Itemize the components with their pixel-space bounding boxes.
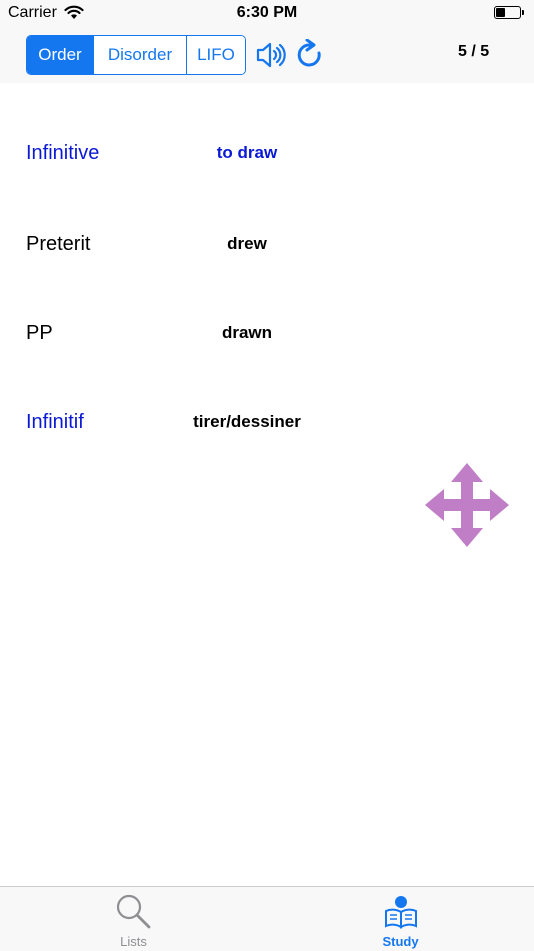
row-label: Preterit: [26, 233, 91, 255]
row-value: to draw: [216, 143, 278, 162]
status-time: 6:30 PM: [236, 4, 298, 21]
row-value: drew: [227, 234, 267, 253]
tab-study-label: Study: [382, 934, 419, 949]
segment-disorder[interactable]: Disorder: [94, 36, 187, 74]
refresh-icon[interactable]: [297, 38, 325, 76]
toolbar: Order Disorder LIFO 5 / 5: [0, 26, 534, 83]
battery-icon: [494, 6, 524, 19]
row-value: drawn: [221, 323, 273, 342]
segment-lifo[interactable]: LIFO: [187, 36, 245, 74]
row-infinitif: Infinitif tirer/dessiner: [0, 407, 534, 437]
tab-lists[interactable]: Lists: [0, 887, 267, 951]
row-infinitive: Infinitive to draw: [0, 138, 534, 168]
segment-order[interactable]: Order: [27, 36, 94, 74]
move-icon[interactable]: [424, 462, 510, 553]
row-value: tirer/dessiner: [193, 412, 301, 431]
row-preterit: Preterit drew: [0, 229, 534, 259]
row-label: PP: [26, 322, 53, 344]
order-mode-segmented-control: Order Disorder LIFO: [26, 35, 246, 75]
card-counter: 5 / 5: [458, 43, 490, 60]
tab-lists-label: Lists: [120, 934, 147, 949]
tab-study[interactable]: Study: [267, 887, 534, 951]
search-icon: [115, 893, 153, 936]
row-label: Infinitif: [26, 411, 84, 433]
row-pp: PP drawn: [0, 318, 534, 348]
study-book-icon: [382, 893, 420, 936]
speaker-icon[interactable]: [256, 42, 286, 73]
row-label: Infinitive: [26, 142, 100, 164]
tab-bar: Lists Study: [0, 886, 534, 951]
status-bar: Carrier 6:30 PM: [0, 0, 534, 26]
